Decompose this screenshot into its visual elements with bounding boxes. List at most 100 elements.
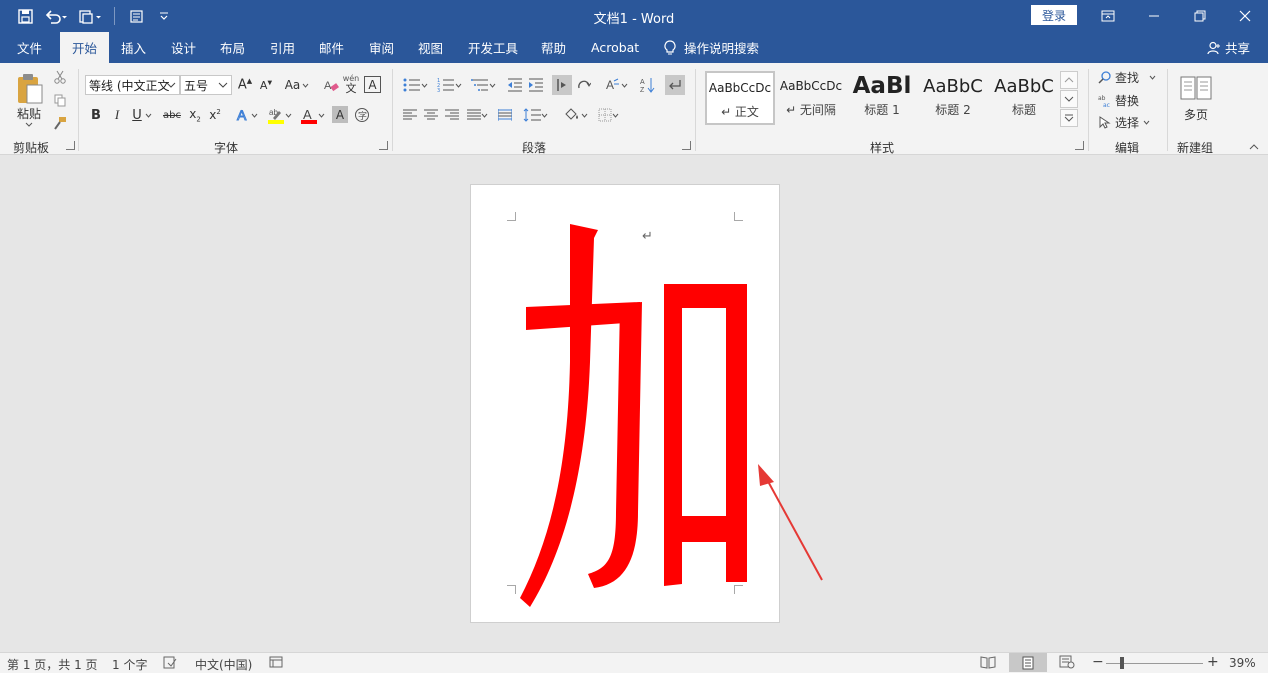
- borders-button[interactable]: [593, 105, 623, 125]
- tab-layout[interactable]: 布局: [220, 32, 245, 63]
- character-border-button[interactable]: A: [364, 76, 381, 93]
- italic-button[interactable]: I: [108, 105, 126, 125]
- style-heading-1[interactable]: AaBl 标题 1: [847, 71, 917, 125]
- clear-formatting-button[interactable]: A: [322, 75, 340, 95]
- grow-font-button[interactable]: A▲: [236, 75, 254, 95]
- change-case-button[interactable]: Aa: [282, 75, 312, 95]
- superscript-button[interactable]: x2: [206, 105, 224, 125]
- read-mode-button[interactable]: [980, 655, 996, 672]
- tab-design[interactable]: 设计: [171, 32, 196, 63]
- web-layout-button[interactable]: [1059, 655, 1075, 672]
- styles-scroll-up-button[interactable]: [1060, 71, 1078, 89]
- grow-font-icon: A▲: [237, 77, 253, 93]
- tab-insert[interactable]: 插入: [121, 32, 146, 63]
- text-effects-button[interactable]: A: [232, 105, 260, 125]
- strikethrough-button[interactable]: abc: [162, 105, 182, 125]
- chinese-layout-button[interactable]: A: [602, 75, 630, 95]
- font-name-combobox[interactable]: 等线 (中文正文: [85, 75, 180, 95]
- replace-button[interactable]: ab ac 替换: [1098, 91, 1139, 109]
- find-button[interactable]: 查找: [1098, 68, 1156, 86]
- copy-icon: [54, 94, 66, 107]
- paragraph-dialog-launcher[interactable]: [682, 141, 691, 150]
- zoom-in-button[interactable]: +: [1207, 654, 1219, 670]
- styles-dialog-launcher[interactable]: [1075, 141, 1084, 150]
- style-name: ↵ 正文: [721, 105, 759, 119]
- copy-button[interactable]: [51, 91, 69, 109]
- chevron-down-icon: [489, 83, 495, 88]
- bullets-button[interactable]: [400, 75, 430, 95]
- clipboard-dialog-launcher[interactable]: [66, 141, 75, 150]
- multiple-pages-button[interactable]: 多页: [1175, 69, 1217, 129]
- page-count[interactable]: 第 1 页，共 1 页: [7, 656, 98, 673]
- tab-file[interactable]: 文件: [17, 32, 42, 63]
- ribbon-display-options-button[interactable]: [1085, 0, 1131, 32]
- tab-home[interactable]: 开始: [60, 32, 110, 63]
- style-normal[interactable]: AaBbCcDc ↵ 正文: [705, 71, 775, 125]
- decrease-indent-button[interactable]: [505, 75, 525, 95]
- multilevel-list-button[interactable]: [468, 75, 498, 95]
- style-sample: AaBbCcDc: [708, 81, 772, 95]
- numbering-button[interactable]: 123: [434, 75, 464, 95]
- asian-layout-button[interactable]: [574, 75, 594, 95]
- text-highlight-button[interactable]: ab: [264, 105, 294, 125]
- replace-label: 替换: [1115, 93, 1140, 108]
- share-button[interactable]: 共享: [1207, 32, 1250, 63]
- justify-button[interactable]: [463, 105, 491, 125]
- proofing-status[interactable]: [163, 655, 177, 672]
- text-direction-button[interactable]: [552, 75, 572, 95]
- shading-button[interactable]: [560, 105, 590, 125]
- increase-indent-button[interactable]: [526, 75, 546, 95]
- style-heading-2[interactable]: AaBbC 标题 2: [918, 71, 988, 125]
- restore-button[interactable]: [1177, 0, 1223, 32]
- line-spacing-button[interactable]: [520, 105, 550, 125]
- align-right-button[interactable]: [442, 105, 462, 125]
- tab-view[interactable]: 视图: [418, 32, 443, 63]
- cut-button[interactable]: [51, 68, 69, 86]
- underline-button[interactable]: U: [129, 105, 155, 125]
- subscript-button[interactable]: x2: [186, 105, 204, 125]
- style-title[interactable]: AaBbC 标题: [989, 71, 1059, 125]
- paste-button[interactable]: 粘贴: [10, 69, 48, 131]
- show-hide-marks-button[interactable]: [665, 75, 685, 95]
- sort-button[interactable]: AZ: [638, 75, 658, 95]
- style-no-spacing[interactable]: AaBbCcDc ↵ 无间隔: [776, 71, 846, 125]
- align-center-button[interactable]: [421, 105, 441, 125]
- styles-more-button[interactable]: [1060, 109, 1078, 127]
- group-separator: [1088, 69, 1089, 151]
- align-left-button[interactable]: [400, 105, 420, 125]
- collapse-ribbon-button[interactable]: [1247, 141, 1261, 153]
- print-layout-button[interactable]: [1009, 653, 1047, 672]
- style-name: 标题 2: [935, 103, 971, 117]
- tab-developer[interactable]: 开发工具: [468, 32, 518, 63]
- distributed-button[interactable]: [495, 105, 515, 125]
- font-dialog-launcher[interactable]: [379, 141, 388, 150]
- styles-scroll-down-button[interactable]: [1060, 90, 1078, 108]
- tab-references[interactable]: 引用: [270, 32, 295, 63]
- bold-button[interactable]: B: [87, 105, 105, 125]
- select-label: 选择: [1115, 115, 1140, 130]
- character-shading-button[interactable]: A: [332, 106, 348, 123]
- phonetic-guide-button[interactable]: wén 文: [342, 73, 360, 95]
- tab-review[interactable]: 审阅: [369, 32, 394, 63]
- login-button[interactable]: 登录: [1031, 5, 1077, 25]
- zoom-slider-thumb[interactable]: [1120, 657, 1124, 669]
- enclose-characters-button[interactable]: 字: [353, 105, 371, 125]
- format-painter-button[interactable]: [51, 114, 69, 132]
- font-color-button[interactable]: A: [297, 105, 327, 125]
- select-button[interactable]: 选择: [1098, 113, 1150, 131]
- close-button[interactable]: [1222, 0, 1268, 32]
- shrink-font-button[interactable]: A▼: [257, 75, 275, 95]
- macro-recording-button[interactable]: [269, 655, 283, 672]
- zoom-level[interactable]: 39%: [1229, 656, 1256, 670]
- zoom-out-button[interactable]: −: [1092, 654, 1104, 670]
- document-character[interactable]: [512, 212, 772, 612]
- word-count[interactable]: 1 个字: [112, 656, 147, 673]
- chevron-down-icon: [145, 113, 152, 118]
- tell-me-search[interactable]: 操作说明搜索: [664, 32, 759, 63]
- font-size-combobox[interactable]: 五号: [180, 75, 232, 95]
- tab-acrobat[interactable]: Acrobat: [591, 32, 639, 63]
- language-status[interactable]: 中文(中国): [195, 656, 252, 673]
- minimize-button[interactable]: [1131, 0, 1177, 32]
- tab-help[interactable]: 帮助: [541, 32, 566, 63]
- tab-mailings[interactable]: 邮件: [319, 32, 344, 63]
